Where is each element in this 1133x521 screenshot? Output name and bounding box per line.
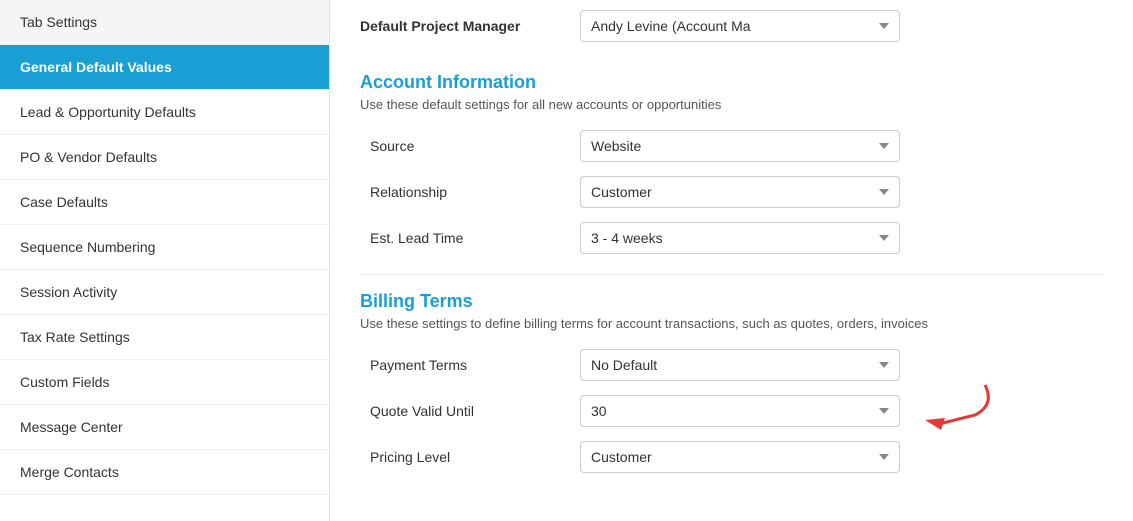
form-row: Pricing LevelCustomerStandardPremium (360, 441, 1103, 473)
arrow-annotation (905, 380, 995, 430)
form-row: Est. Lead Time1 - 2 weeks3 - 4 weeks5 - … (360, 222, 1103, 254)
top-field-label: Default Project Manager (360, 18, 580, 34)
sidebar-item-po-vendor-defaults[interactable]: PO & Vendor Defaults (0, 135, 329, 180)
pricing-level-select[interactable]: CustomerStandardPremium (580, 441, 900, 473)
form-row: RelationshipCustomerPartnerVendor (360, 176, 1103, 208)
sidebar-item-tax-rate-settings[interactable]: Tax Rate Settings (0, 315, 329, 360)
billing-terms-description: Use these settings to define billing ter… (360, 316, 1103, 331)
sidebar: Tab SettingsGeneral Default ValuesLead &… (0, 0, 330, 521)
sidebar-item-lead-opportunity-defaults[interactable]: Lead & Opportunity Defaults (0, 90, 329, 135)
relationship-select[interactable]: CustomerPartnerVendor (580, 176, 900, 208)
section-divider (360, 274, 1103, 275)
field-label: Quote Valid Until (360, 403, 580, 419)
est.-lead-time-select[interactable]: 1 - 2 weeks3 - 4 weeks5 - 6 weeks (580, 222, 900, 254)
billing-fields: Payment TermsNo DefaultNet 30Net 60 Quote… (360, 349, 1103, 473)
sidebar-item-message-center[interactable]: Message Center (0, 405, 329, 450)
sidebar-item-session-activity[interactable]: Session Activity (0, 270, 329, 315)
source-select[interactable]: WebsitePhoneEmailOther (580, 130, 900, 162)
field-label: Pricing Level (360, 449, 580, 465)
sidebar-item-sequence-numbering[interactable]: Sequence Numbering (0, 225, 329, 270)
sidebar-item-tab-settings[interactable]: Tab Settings (0, 0, 329, 45)
field-label: Payment Terms (360, 357, 580, 373)
field-label: Est. Lead Time (360, 230, 580, 246)
field-label: Relationship (360, 184, 580, 200)
sidebar-item-merge-contacts[interactable]: Merge Contacts (0, 450, 329, 495)
top-field-row: Default Project Manager Andy Levine (Acc… (360, 10, 1103, 54)
account-information-section: Account Information Use these default se… (360, 72, 1103, 254)
billing-terms-heading: Billing Terms (360, 291, 1103, 312)
main-content: Default Project Manager Andy Levine (Acc… (330, 0, 1133, 521)
field-label: Source (360, 138, 580, 154)
account-fields: SourceWebsitePhoneEmailOther Relationship… (360, 130, 1103, 254)
payment-terms-select[interactable]: No DefaultNet 30Net 60 (580, 349, 900, 381)
default-project-manager-select[interactable]: Andy Levine (Account Ma (580, 10, 900, 42)
account-information-heading: Account Information (360, 72, 1103, 93)
form-row: Quote Valid Until306090 (360, 395, 1103, 427)
quote-valid-until-select[interactable]: 306090 (580, 395, 900, 427)
form-row: SourceWebsitePhoneEmailOther (360, 130, 1103, 162)
sidebar-item-general-default-values[interactable]: General Default Values (0, 45, 329, 90)
billing-terms-section: Billing Terms Use these settings to defi… (360, 291, 1103, 473)
sidebar-item-custom-fields[interactable]: Custom Fields (0, 360, 329, 405)
sidebar-item-case-defaults[interactable]: Case Defaults (0, 180, 329, 225)
account-information-description: Use these default settings for all new a… (360, 97, 1103, 112)
form-row: Payment TermsNo DefaultNet 30Net 60 (360, 349, 1103, 381)
